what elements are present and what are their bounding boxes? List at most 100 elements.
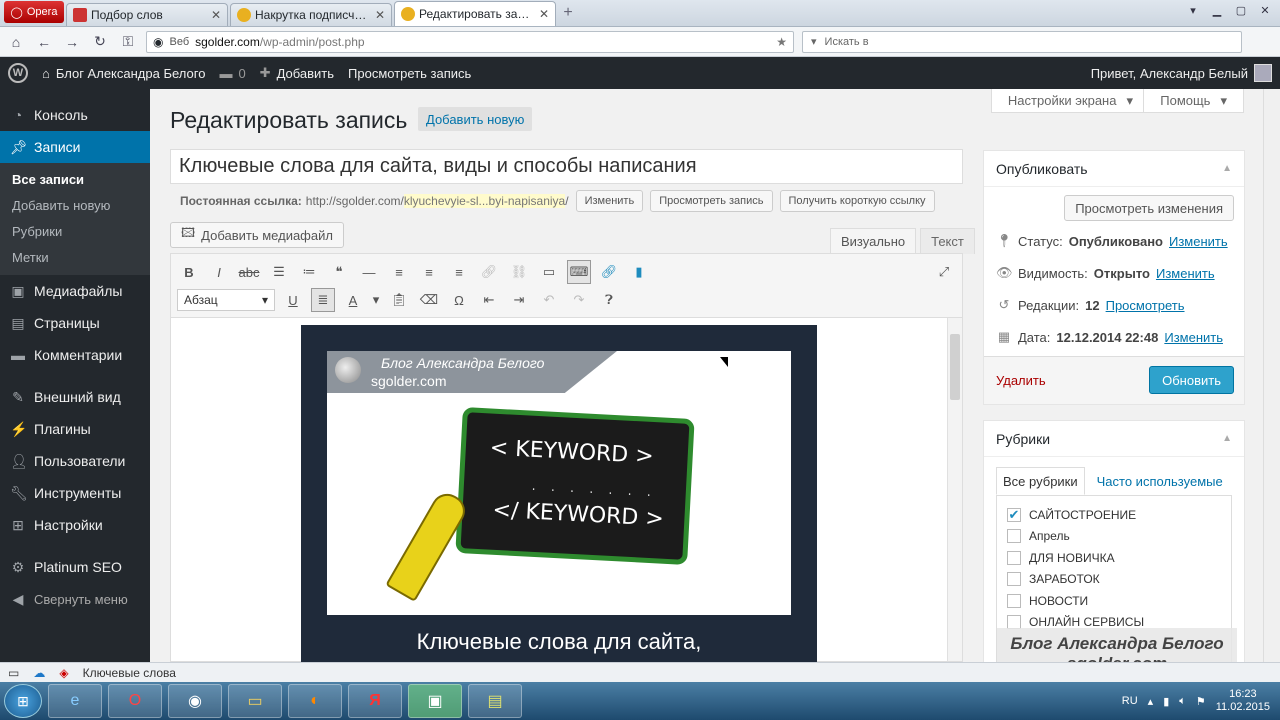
- back-icon[interactable]: ←: [34, 34, 54, 50]
- align-center-icon[interactable]: ≡: [417, 260, 441, 284]
- special-char-icon[interactable]: Ω: [447, 288, 471, 312]
- flag-icon[interactable]: ⚑: [1196, 695, 1206, 708]
- indent-icon[interactable]: ⇥: [507, 288, 531, 312]
- update-button[interactable]: Обновить: [1149, 366, 1234, 394]
- scroll-thumb[interactable]: [950, 334, 960, 400]
- sidebar-item-appearance[interactable]: ✎ Внешний вид: [0, 381, 150, 413]
- horizontal-line-icon[interactable]: —: [357, 260, 381, 284]
- category-item[interactable]: НОВОСТИ: [1007, 590, 1221, 612]
- taskbar-firefox[interactable]: ◐: [288, 684, 342, 718]
- category-item[interactable]: ✔ САЙТОСТРОЕНИЕ: [1007, 504, 1221, 526]
- clear-formatting-icon[interactable]: ⌫: [417, 288, 441, 312]
- start-button[interactable]: ⊞: [4, 684, 42, 718]
- user-greeting[interactable]: Привет, Александр Белый: [1091, 64, 1272, 82]
- tab-list-icon[interactable]: ▾: [1184, 4, 1202, 17]
- post-title-input[interactable]: Ключевые слова для сайта, виды и способы…: [170, 149, 963, 184]
- taskbar-notes[interactable]: ▤: [468, 684, 522, 718]
- sidebar-item-media[interactable]: ▣ Медиафайлы: [0, 275, 150, 307]
- wordpress-logo-icon[interactable]: W: [8, 63, 28, 83]
- forward-icon[interactable]: →: [62, 34, 82, 50]
- post-image[interactable]: Блог Александра Белого sgolder.com < KEY…: [301, 325, 817, 663]
- collapse-menu-button[interactable]: ◀ Свернуть меню: [0, 583, 150, 615]
- get-shortlink-button[interactable]: Получить короткую ссылку: [779, 190, 935, 212]
- view-post-button[interactable]: Просмотреть запись: [650, 190, 773, 212]
- extension-icon[interactable]: ◈: [59, 666, 68, 680]
- bold-icon[interactable]: B: [177, 260, 201, 284]
- publish-box-header[interactable]: Опубликовать ▲: [984, 151, 1244, 187]
- justify-icon[interactable]: ≣: [311, 288, 335, 312]
- maximize-icon[interactable]: ▢: [1232, 4, 1250, 17]
- browser-tab-1[interactable]: Подбор слов ✕: [66, 3, 228, 26]
- checkbox[interactable]: [1007, 572, 1021, 587]
- unlink-icon[interactable]: ⛓: [507, 260, 531, 284]
- link-icon[interactable]: 🔗︎: [477, 260, 501, 284]
- network-icon[interactable]: ▮: [1163, 695, 1169, 708]
- code-plugin-icon[interactable]: ▮: [627, 260, 651, 284]
- taskbar-yandex[interactable]: Я: [348, 684, 402, 718]
- opera-menu-button[interactable]: ◯ Opera: [4, 1, 64, 23]
- sidebar-item-comments[interactable]: ▬ Комментарии: [0, 339, 150, 371]
- read-more-icon[interactable]: ▭: [537, 260, 561, 284]
- submenu-categories[interactable]: Рубрики: [0, 219, 150, 245]
- align-right-icon[interactable]: ≡: [447, 260, 471, 284]
- taskbar-opera[interactable]: O: [108, 684, 162, 718]
- bullet-list-icon[interactable]: ☰: [267, 260, 291, 284]
- add-new-link[interactable]: ✚ Добавить: [260, 65, 334, 81]
- key-icon[interactable]: ⚿: [118, 33, 138, 50]
- sidebar-item-platinum-seo[interactable]: ⚙ Platinum SEO: [0, 551, 150, 583]
- fullscreen-icon[interactable]: ⤢: [932, 260, 956, 284]
- search-input[interactable]: ▾ Искать в: [802, 30, 1242, 53]
- format-select[interactable]: Абзац ▾: [177, 289, 275, 311]
- tab-visual[interactable]: Визуально: [830, 228, 917, 254]
- collapse-arrow-icon[interactable]: ▲: [1222, 433, 1232, 444]
- clock[interactable]: 16:23 11.02.2015: [1216, 688, 1270, 714]
- new-tab-button[interactable]: +: [558, 3, 578, 23]
- tab-popular-categories[interactable]: Часто используемые: [1091, 467, 1229, 495]
- bookmark-star-icon[interactable]: ★: [776, 35, 787, 49]
- sidebar-item-tools[interactable]: 🔧︎ Инструменты: [0, 477, 150, 509]
- taskbar-ie[interactable]: e: [48, 684, 102, 718]
- screen-options-button[interactable]: Настройки экрана ▾: [990, 89, 1150, 113]
- collapse-arrow-icon[interactable]: ▲: [1222, 163, 1232, 174]
- minimize-icon[interactable]: ▁: [1208, 4, 1226, 17]
- italic-icon[interactable]: I: [207, 260, 231, 284]
- link-plugin-icon[interactable]: 🔗︎: [597, 260, 621, 284]
- close-window-icon[interactable]: ✕: [1256, 4, 1274, 17]
- site-name-link[interactable]: ⌂ Блог Александра Белого: [42, 66, 205, 81]
- add-media-button[interactable]: 🖾︎ Добавить медиафайл: [170, 222, 344, 248]
- sidebar-item-users[interactable]: 👤︎ Пользователи: [0, 445, 150, 477]
- preview-changes-button[interactable]: Просмотреть изменения: [1064, 195, 1234, 221]
- submenu-all-posts[interactable]: Все записи: [0, 167, 150, 193]
- permalink-slug[interactable]: klyuchevyie-sl...byi-napisaniya: [403, 194, 566, 208]
- category-item[interactable]: Апрель: [1007, 526, 1221, 548]
- browse-revisions-link[interactable]: Просмотреть: [1106, 298, 1185, 313]
- submenu-add-new[interactable]: Добавить новую: [0, 193, 150, 219]
- sidebar-item-dashboard[interactable]: ◔ Консоль: [0, 99, 150, 131]
- taskbar-explorer[interactable]: ▭: [228, 684, 282, 718]
- taskbar-recorder[interactable]: ▣: [408, 684, 462, 718]
- taskbar-chrome[interactable]: ◉: [168, 684, 222, 718]
- edit-date-link[interactable]: Изменить: [1164, 330, 1223, 345]
- category-item[interactable]: ДЛЯ НОВИЧКА: [1007, 547, 1221, 569]
- browser-tab-3[interactable]: Редактировать запись ... ✕: [394, 1, 556, 26]
- numbered-list-icon[interactable]: ≔: [297, 260, 321, 284]
- tab-text[interactable]: Текст: [920, 228, 975, 254]
- checkbox[interactable]: [1007, 593, 1021, 608]
- language-indicator[interactable]: RU: [1122, 695, 1138, 707]
- move-to-trash-link[interactable]: Удалить: [996, 373, 1046, 388]
- sidebar-item-posts[interactable]: 📌︎ Записи: [0, 131, 150, 163]
- text-color-icon[interactable]: A: [341, 288, 365, 312]
- tab-all-categories[interactable]: Все рубрики: [996, 467, 1085, 495]
- close-tab-icon[interactable]: ✕: [539, 7, 549, 21]
- checkbox-checked[interactable]: ✔: [1007, 507, 1021, 522]
- add-new-post-button[interactable]: Добавить новую: [418, 107, 533, 131]
- tray-arrow-icon[interactable]: ▴: [1148, 695, 1154, 708]
- underline-icon[interactable]: U: [281, 288, 305, 312]
- sidebar-item-pages[interactable]: ▤ Страницы: [0, 307, 150, 339]
- volume-icon[interactable]: 🔈︎: [1179, 695, 1186, 708]
- view-post-link[interactable]: Просмотреть запись: [348, 66, 471, 81]
- toolbar-toggle-icon[interactable]: ⌨: [567, 260, 591, 284]
- close-tab-icon[interactable]: ✕: [375, 8, 385, 22]
- chevron-down-icon[interactable]: ▾: [371, 288, 381, 312]
- edit-visibility-link[interactable]: Изменить: [1156, 266, 1215, 281]
